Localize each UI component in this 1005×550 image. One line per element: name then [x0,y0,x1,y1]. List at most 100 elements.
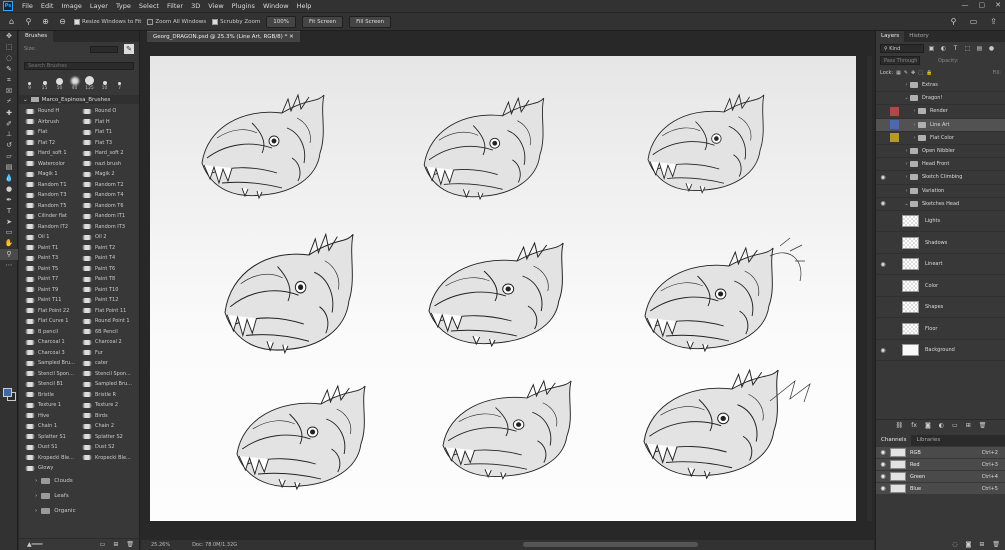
type-tool-icon[interactable]: T [0,205,18,216]
preset-brush[interactable]: 50 [54,78,65,91]
brush-item[interactable]: Flat T1 [82,127,139,138]
chevron-right-icon[interactable]: › [903,82,910,88]
eraser-tool-icon[interactable]: ▱ [0,151,18,162]
brush-item[interactable]: Round O [82,106,139,117]
brush-item[interactable]: B pencil [25,327,82,338]
layer-row[interactable]: › Variation [876,185,1005,198]
brush-item[interactable]: Magik 2 [82,169,139,180]
quick-select-tool-icon[interactable]: ✎ [0,64,18,75]
fill-screen-button[interactable]: Fill Screen [349,15,392,28]
brush-item[interactable]: Kropecki Ble... [25,453,82,464]
history-brush-icon[interactable]: ↺ [0,140,18,151]
tab-libraries[interactable]: Libraries [911,435,945,446]
maximize-icon[interactable]: ▢ [979,1,986,9]
frame-tool-icon[interactable]: ☒ [0,85,18,96]
layer-row[interactable]: ⌄ Dragon! [876,92,1005,106]
menu-image[interactable]: Image [57,2,85,10]
brush-item[interactable]: Flat Curve 1 [25,316,82,327]
brush-item[interactable]: Flat Point 11 [82,306,139,317]
zoom-100-button[interactable]: 100% [266,15,296,28]
resize-windows-checkbox[interactable]: Resize Windows to Fit [74,18,141,25]
layer-row[interactable]: › Open Nibbler [876,145,1005,159]
brush-group-header[interactable]: ⌄ Marco_Espinosa_Brushes [19,95,139,104]
menu-3d[interactable]: 3D [187,2,204,10]
brush-item[interactable]: Charcoal 3 [25,348,82,359]
brush-item[interactable]: Random T1 [25,180,82,191]
brush-item[interactable]: Paint T2 [82,243,139,254]
brushes-tab[interactable]: Brushes [19,31,54,42]
brush-item[interactable]: Birds [82,411,139,422]
brush-item[interactable]: Magik 1 [25,169,82,180]
preset-brush[interactable]: 40 [69,77,80,91]
layer-row[interactable]: Shadows [876,232,1005,254]
new-brush-icon[interactable]: ✎ [124,44,134,54]
brush-item[interactable]: Hard_soft 2 [82,148,139,159]
new-folder-icon[interactable]: ▭ [100,541,106,548]
brush-item[interactable]: Round H [25,106,82,117]
dodge-tool-icon[interactable]: ● [0,183,18,194]
brush-item[interactable]: Hard_soft 1 [25,148,82,159]
brush-item[interactable]: Charcoal 1 [25,337,82,348]
menu-window[interactable]: Window [259,2,293,10]
brush-item[interactable]: Stencil Spon... [25,369,82,380]
zoom-tool-icon[interactable]: ⚲ [23,17,34,26]
vertical-scrollbar[interactable] [867,56,872,521]
new-brush-icon[interactable]: ⊞ [113,541,118,548]
brush-item[interactable]: Kropecki Ble... [82,453,139,464]
shape-filter-icon[interactable]: ⬚ [963,44,972,53]
layer-row[interactable]: › Extras [876,79,1005,93]
move-tool-icon[interactable]: ✥ [0,31,18,42]
brush-item[interactable]: Paint T12 [82,295,139,306]
layer-row[interactable]: Lights [876,211,1005,233]
menu-select[interactable]: Select [135,2,163,10]
brush-item[interactable]: Bristle [25,390,82,401]
layer-row[interactable]: ◉ › Sketch Climbing [876,171,1005,185]
visibility-eye-icon[interactable]: ◉ [876,174,890,181]
brush-item[interactable]: Airbrush [25,117,82,128]
channel-row[interactable]: ◉ Blue Ctrl+5 [876,483,1005,495]
preset-brush[interactable]: 15 [39,81,50,91]
gradient-tool-icon[interactable]: ▤ [0,162,18,173]
brush-item[interactable]: Dust S1 [25,442,82,453]
brush-item[interactable]: Texture 1 [25,400,82,411]
channel-row[interactable]: ◉ RGB Ctrl+2 [876,447,1005,459]
tab-layers[interactable]: Layers [876,31,905,42]
load-selection-icon[interactable]: ◌ [952,541,957,548]
size-field[interactable] [90,45,118,53]
type-filter-icon[interactable]: T [951,44,960,53]
brush-item[interactable]: Cilinder flat [25,211,82,222]
brush-folder[interactable]: › Clouds [19,474,139,489]
brush-item[interactable]: Flat Point 22 [25,306,82,317]
delete-icon[interactable]: 🗑 [979,422,987,429]
visibility-eye-icon[interactable]: ◉ [876,261,890,268]
layer-row[interactable]: › Render [876,105,1005,119]
menu-edit[interactable]: Edit [37,2,58,10]
zoom-level[interactable]: 25.26% [151,542,170,548]
layer-row[interactable]: ◉ Lineart [876,254,1005,276]
close-tab-icon[interactable]: ✕ [289,34,294,40]
visibility-eye-icon[interactable]: ◉ [876,347,890,354]
preset-brush[interactable]: 7 [114,82,125,91]
brush-item[interactable]: Fur [82,348,139,359]
healing-tool-icon[interactable]: ✚ [0,107,18,118]
preset-brush[interactable]: 10 [99,81,110,91]
menu-filter[interactable]: Filter [163,2,187,10]
home-icon[interactable]: ⌂ [6,17,17,26]
lock-pixels-icon[interactable]: ▦ [896,70,901,76]
visibility-eye-icon[interactable]: ◉ [876,485,890,492]
brush-item[interactable]: Watercolor [25,159,82,170]
brush-item[interactable]: 6B Pencil [82,327,139,338]
scrubby-zoom-checkbox[interactable]: Scrubby Zoom [212,18,260,25]
group-folder-icon[interactable]: ▭ [952,422,958,429]
brush-item[interactable]: Stencil B1 [25,379,82,390]
horizontal-scrollbar[interactable] [523,542,698,547]
filter-toggle-icon[interactable]: ● [987,44,996,53]
chevron-right-icon[interactable]: › [911,108,918,114]
zoom-all-checkbox[interactable]: Zoom All Windows [147,18,206,25]
brush-item[interactable]: Paint T10 [82,285,139,296]
more-tools-icon[interactable]: ⋯ [0,260,18,271]
brush-item[interactable]: Random T2 [82,180,139,191]
tab-channels[interactable]: Channels [876,435,912,446]
zoom-out-icon[interactable]: ⊖ [57,17,68,26]
brush-item[interactable]: Round Point 1 [82,316,139,327]
